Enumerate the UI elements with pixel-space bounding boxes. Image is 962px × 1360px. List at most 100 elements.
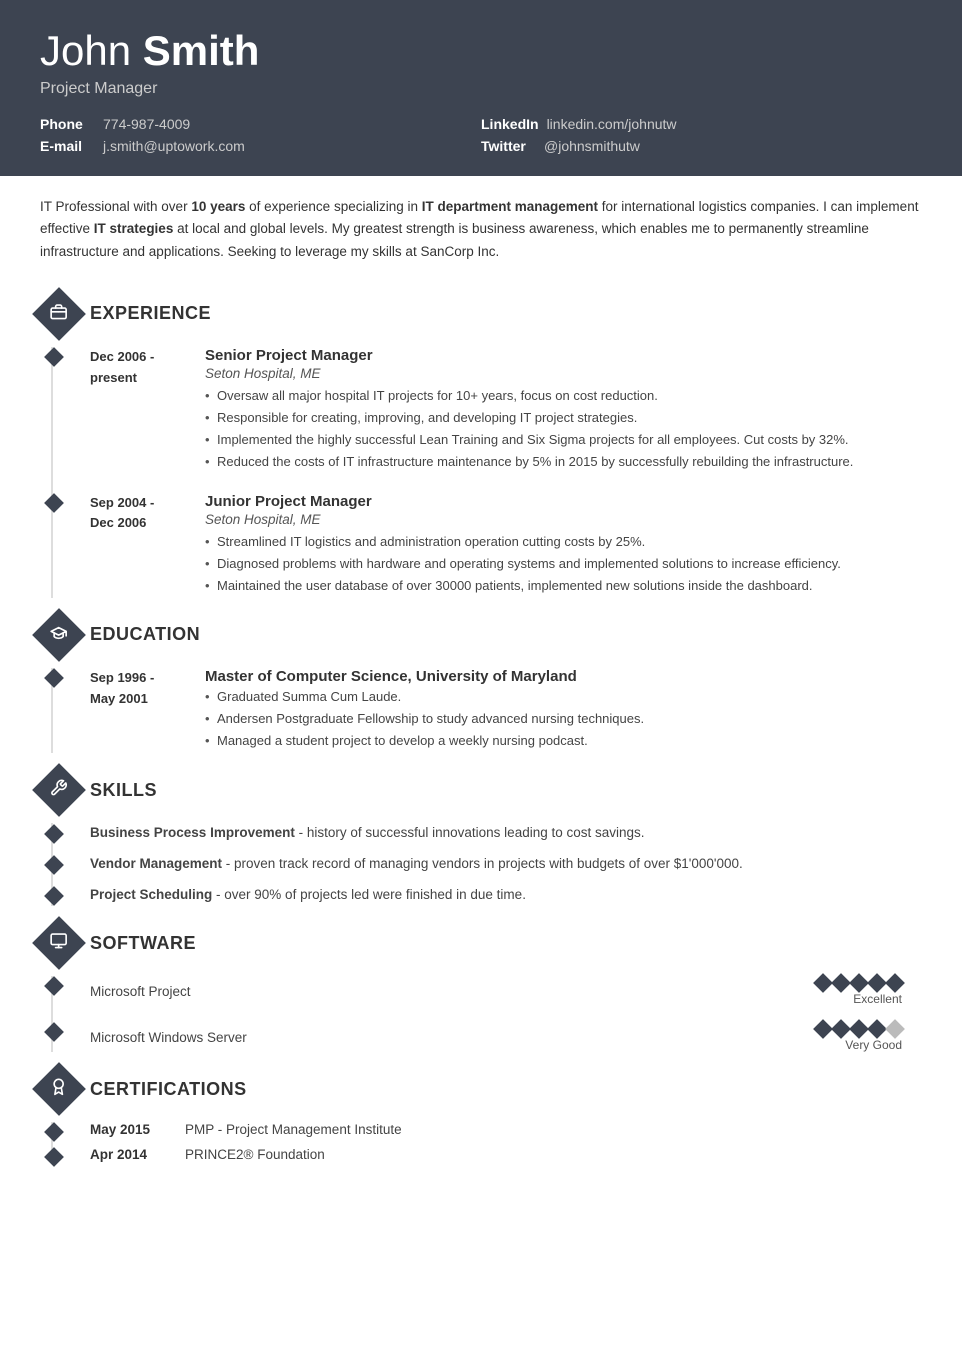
job2-company: Seton Hospital, ME: [205, 512, 922, 527]
job2-bullet-1: Streamlined IT logistics and administrat…: [205, 532, 922, 552]
job1-title: Senior Project Manager: [205, 347, 922, 364]
sw2-dots: [816, 1022, 902, 1036]
sw1-label: Excellent: [853, 992, 902, 1006]
email-contact: E-mail j.smith@uptowork.com: [40, 138, 481, 154]
edu1-content: Master of Computer Science, University o…: [205, 668, 922, 753]
header-contact: Phone 774-987-4009 LinkedIn linkedin.com…: [40, 116, 922, 154]
education-header: EDUCATION: [40, 616, 922, 654]
phone-label: Phone: [40, 116, 95, 132]
briefcase-icon: [50, 302, 68, 325]
job2-bullet-3: Maintained the user database of over 300…: [205, 576, 922, 596]
job1-content: Senior Project Manager Seton Hospital, M…: [205, 347, 922, 475]
skill-diamond-3: [44, 886, 64, 906]
experience-icon: [32, 287, 86, 341]
job2-bullets: Streamlined IT logistics and administrat…: [205, 532, 922, 596]
skill-diamond-2: [44, 855, 64, 875]
graduation-icon: [50, 623, 68, 646]
cert-item-2: Apr 2014 PRINCE2® Foundation: [90, 1147, 922, 1162]
skill3-name: Project Scheduling: [90, 887, 212, 902]
edu1-degree: Master of Computer Science, University o…: [205, 668, 922, 685]
sw1-rating: Excellent: [816, 976, 902, 1006]
skills-section: SKILLS Business Process Improvement - hi…: [40, 771, 922, 906]
skill3-desc: - over 90% of projects led were finished…: [212, 887, 526, 902]
sw1-dot-1: [813, 973, 833, 993]
education-timeline: Sep 1996 -May 2001 Master of Computer Sc…: [40, 668, 922, 753]
sw2-name: Microsoft Windows Server: [90, 1030, 247, 1045]
skills-list: Business Process Improvement - history o…: [40, 823, 922, 906]
wrench-icon: [50, 779, 68, 802]
skill1-name: Business Process Improvement: [90, 825, 295, 840]
education-section: EDUCATION Sep 1996 -May 2001 Master of C…: [40, 616, 922, 753]
sw1-dot-2: [831, 973, 851, 993]
skills-icon: [32, 764, 86, 818]
cert-diamond-2: [44, 1147, 64, 1167]
certifications-section: CERTIFICATIONS May 2015 PMP - Project Ma…: [40, 1070, 922, 1162]
job1-bullets: Oversaw all major hospital IT projects f…: [205, 386, 922, 473]
job1-bullet-2: Responsible for creating, improving, and…: [205, 408, 922, 428]
job-item-1: Dec 2006 -present Senior Project Manager…: [90, 347, 922, 475]
cert2-name: PRINCE2® Foundation: [185, 1147, 325, 1162]
last-name: Smith: [143, 27, 260, 74]
skill-item-1: Business Process Improvement - history o…: [90, 823, 922, 844]
software-item-1: Microsoft Project Excellent: [90, 976, 922, 1006]
cert2-date: Apr 2014: [90, 1147, 165, 1162]
sw1-name: Microsoft Project: [90, 984, 191, 999]
monitor-icon: [50, 932, 68, 955]
linkedin-label: LinkedIn: [481, 116, 539, 132]
sw-diamond-1: [44, 976, 64, 996]
software-list: Microsoft Project Excellent: [40, 976, 922, 1052]
skill-item-2: Vendor Management - proven track record …: [90, 854, 922, 875]
job1-company: Seton Hospital, ME: [205, 366, 922, 381]
sw2-dot-5: [885, 1019, 905, 1039]
job2-date: Sep 2004 -Dec 2006: [90, 493, 205, 598]
sw-diamond-2: [44, 1022, 64, 1042]
header-name: John Smith: [40, 28, 922, 74]
skill-diamond-1: [44, 824, 64, 844]
cert1-date: May 2015: [90, 1122, 165, 1137]
edu1-date: Sep 1996 -May 2001: [90, 668, 205, 753]
first-name: John: [40, 27, 131, 74]
phone-value: 774-987-4009: [103, 116, 190, 132]
twitter-contact: Twitter @johnsmithutw: [481, 138, 922, 154]
timeline-diamond-1: [44, 347, 64, 367]
phone-contact: Phone 774-987-4009: [40, 116, 481, 132]
job1-bullet-4: Reduced the costs of IT infrastructure m…: [205, 452, 922, 472]
sw1-dot-5: [885, 973, 905, 993]
certifications-header: CERTIFICATIONS: [40, 1070, 922, 1108]
software-icon: [32, 916, 86, 970]
software-section: SOFTWARE Microsoft Project: [40, 924, 922, 1052]
certifications-title: CERTIFICATIONS: [90, 1079, 247, 1100]
certifications-icon: [32, 1062, 86, 1116]
sw2-dot-3: [849, 1019, 869, 1039]
cert-diamond-1: [44, 1122, 64, 1142]
job2-bullet-2: Diagnosed problems with hardware and ope…: [205, 554, 922, 574]
software-item-2: Microsoft Windows Server Very Good: [90, 1022, 922, 1052]
sw1-dot-3: [849, 973, 869, 993]
experience-header: EXPERIENCE: [40, 295, 922, 333]
job2-content: Junior Project Manager Seton Hospital, M…: [205, 493, 922, 598]
edu-diamond-1: [44, 668, 64, 688]
skill-item-3: Project Scheduling - over 90% of project…: [90, 885, 922, 906]
cert-list: May 2015 PMP - Project Management Instit…: [40, 1122, 922, 1162]
experience-timeline: Dec 2006 -present Senior Project Manager…: [40, 347, 922, 598]
education-title: EDUCATION: [90, 624, 200, 645]
summary-section: IT Professional with over 10 years of ex…: [40, 196, 922, 273]
cert1-name: PMP - Project Management Institute: [185, 1122, 402, 1137]
edu1-bullet-3: Managed a student project to develop a w…: [205, 731, 922, 751]
skill2-name: Vendor Management: [90, 856, 222, 871]
edu1-bullet-2: Andersen Postgraduate Fellowship to stud…: [205, 709, 922, 729]
linkedin-value: linkedin.com/johnutw: [547, 116, 677, 132]
resume-container: John Smith Project Manager Phone 774-987…: [0, 0, 962, 1360]
sw1-dot-4: [867, 973, 887, 993]
job1-date: Dec 2006 -present: [90, 347, 205, 475]
linkedin-contact: LinkedIn linkedin.com/johnutw: [481, 116, 922, 132]
education-icon: [32, 608, 86, 662]
sw2-rating: Very Good: [816, 1022, 902, 1052]
skill2-desc: - proven track record of managing vendor…: [222, 856, 743, 871]
edu-item-1: Sep 1996 -May 2001 Master of Computer Sc…: [90, 668, 922, 753]
sw2-label: Very Good: [845, 1038, 902, 1052]
software-title: SOFTWARE: [90, 933, 196, 954]
certificate-icon: [50, 1078, 68, 1101]
skill1-desc: - history of successful innovations lead…: [295, 825, 645, 840]
body-section: IT Professional with over 10 years of ex…: [0, 176, 962, 1210]
